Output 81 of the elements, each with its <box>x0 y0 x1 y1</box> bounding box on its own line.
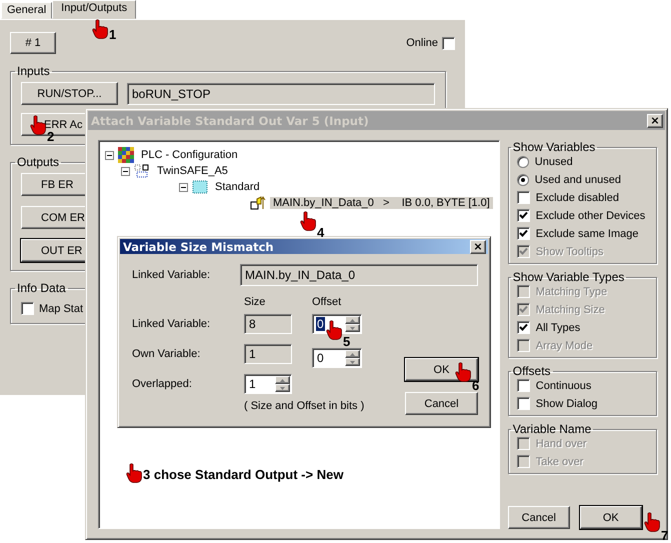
group-title: Inputs <box>16 64 51 78</box>
checkbox[interactable] <box>442 36 455 50</box>
variable-icon <box>250 196 266 210</box>
device-icon <box>134 164 150 178</box>
checkbox-label: Map Stat <box>39 302 84 314</box>
size-field: 8 <box>244 314 292 334</box>
pointing-hand-icon <box>92 19 108 39</box>
tree-item[interactable]: PLC - Configuration <box>138 149 241 161</box>
step-label: 3 chose Standard Output -> New <box>143 468 344 481</box>
checkbox[interactable] <box>516 227 530 240</box>
radio-button[interactable] <box>516 156 529 168</box>
option-label: All Types <box>536 322 580 334</box>
spin-buttons[interactable] <box>275 376 290 392</box>
window-title: Variable Size Mismatch × <box>120 239 488 254</box>
online-label: Online <box>406 37 438 49</box>
signal-button[interactable]: RUN/STOP... <box>21 82 118 105</box>
checkbox[interactable] <box>21 302 34 315</box>
close-button[interactable]: × <box>470 240 486 254</box>
radio-button[interactable] <box>516 174 529 186</box>
linked-variable-field: MAIN.by_IN_Data_0 <box>240 264 478 286</box>
spin-buttons[interactable] <box>345 350 360 366</box>
option-label: Hand over <box>536 438 587 450</box>
group-title: Info Data <box>16 281 67 295</box>
step-label: 4 <box>317 226 324 239</box>
step-label: 5 <box>343 335 350 348</box>
image-icon <box>192 180 208 194</box>
collapse-icon[interactable] <box>105 150 114 160</box>
option-label: Exclude same Image <box>536 228 638 240</box>
pointing-hand-icon <box>300 211 316 231</box>
close-button[interactable]: × <box>647 114 663 128</box>
group-title: Offsets <box>512 364 552 378</box>
dialog-button[interactable]: OK <box>580 506 642 529</box>
group-title: Outputs <box>16 155 60 169</box>
field-label: Linked Variable: <box>132 318 212 330</box>
option-label: Show Tooltips <box>536 246 604 258</box>
variable-field: boRUN_STOP <box>127 82 435 104</box>
dialog-button[interactable]: Cancel <box>508 506 570 529</box>
group-title: Variable Name <box>512 422 592 436</box>
checkbox[interactable] <box>516 379 530 392</box>
column-header: Offset <box>312 296 342 308</box>
tree-item[interactable]: TwinSAFE_A5 <box>154 165 231 177</box>
pointing-hand-icon <box>644 512 660 532</box>
size-field: 1 <box>244 344 292 364</box>
hint-text: ( Size and Offset in bits ) <box>244 400 364 412</box>
option-label: Show Dialog <box>536 398 598 410</box>
step-label: 1 <box>109 28 116 41</box>
overlap-spinner[interactable]: 1 <box>244 374 292 394</box>
pointing-hand-icon <box>126 463 142 483</box>
option-label: Used and unused <box>534 174 621 186</box>
collapse-icon[interactable] <box>121 166 130 176</box>
spin-buttons[interactable] <box>345 316 360 332</box>
checkbox[interactable] <box>516 321 530 334</box>
device-button[interactable]: # 1 <box>10 32 56 54</box>
checkbox[interactable] <box>516 209 530 222</box>
option-label: Array Mode <box>536 340 593 352</box>
pointing-hand-icon <box>455 362 471 382</box>
collapse-icon[interactable] <box>179 182 188 192</box>
group-title: Show Variable Types <box>512 270 626 284</box>
dialog-button[interactable]: Cancel <box>405 392 478 415</box>
tab[interactable]: Input/Outputs <box>52 0 136 19</box>
tree-item[interactable]: Standard <box>212 181 263 193</box>
option-label: Matching Type <box>536 286 608 298</box>
option-label: Exclude disabled <box>536 192 619 204</box>
option-label: Matching Size <box>536 304 605 316</box>
option-label: Exclude other Devices <box>536 210 646 222</box>
option-label: Unused <box>534 156 573 168</box>
group-title: Show Variables <box>512 140 596 154</box>
grid-icon <box>118 147 134 163</box>
field-label: Linked Variable: <box>132 269 212 281</box>
offset-spinner[interactable]: 0 <box>312 348 362 368</box>
checkbox[interactable] <box>516 191 530 204</box>
checkbox[interactable] <box>516 397 530 410</box>
tab[interactable]: General <box>1 2 52 19</box>
option-label: Continuous <box>536 380 592 392</box>
field-label: Overlapped: <box>132 378 193 390</box>
field-label: Own Variable: <box>132 348 202 360</box>
option-label: Take over <box>536 456 584 468</box>
pointing-hand-icon <box>326 320 342 340</box>
pointing-hand-icon <box>30 115 46 135</box>
column-header: Size <box>244 296 266 308</box>
tree-item[interactable]: MAIN.by_IN_Data_0 > IB 0.0, BYTE [1.0] <box>270 197 493 209</box>
